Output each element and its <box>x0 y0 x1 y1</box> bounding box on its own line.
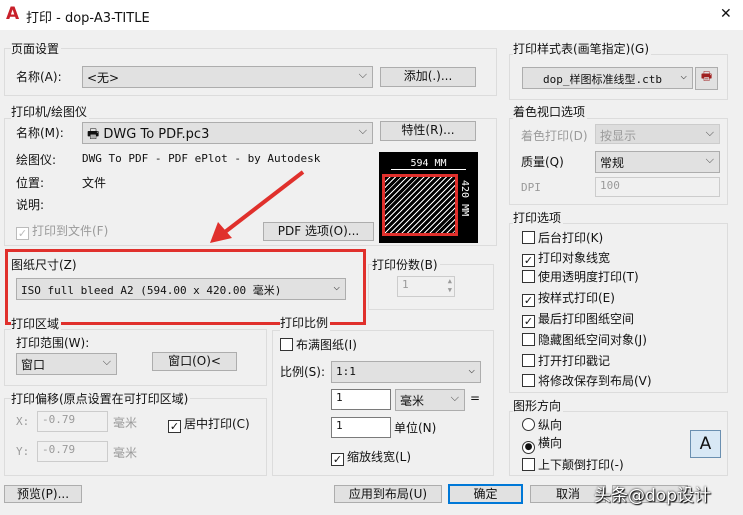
red-arrow-annotation <box>210 170 305 243</box>
arrow-head-icon <box>210 222 232 243</box>
arrow-shaft <box>223 170 305 234</box>
